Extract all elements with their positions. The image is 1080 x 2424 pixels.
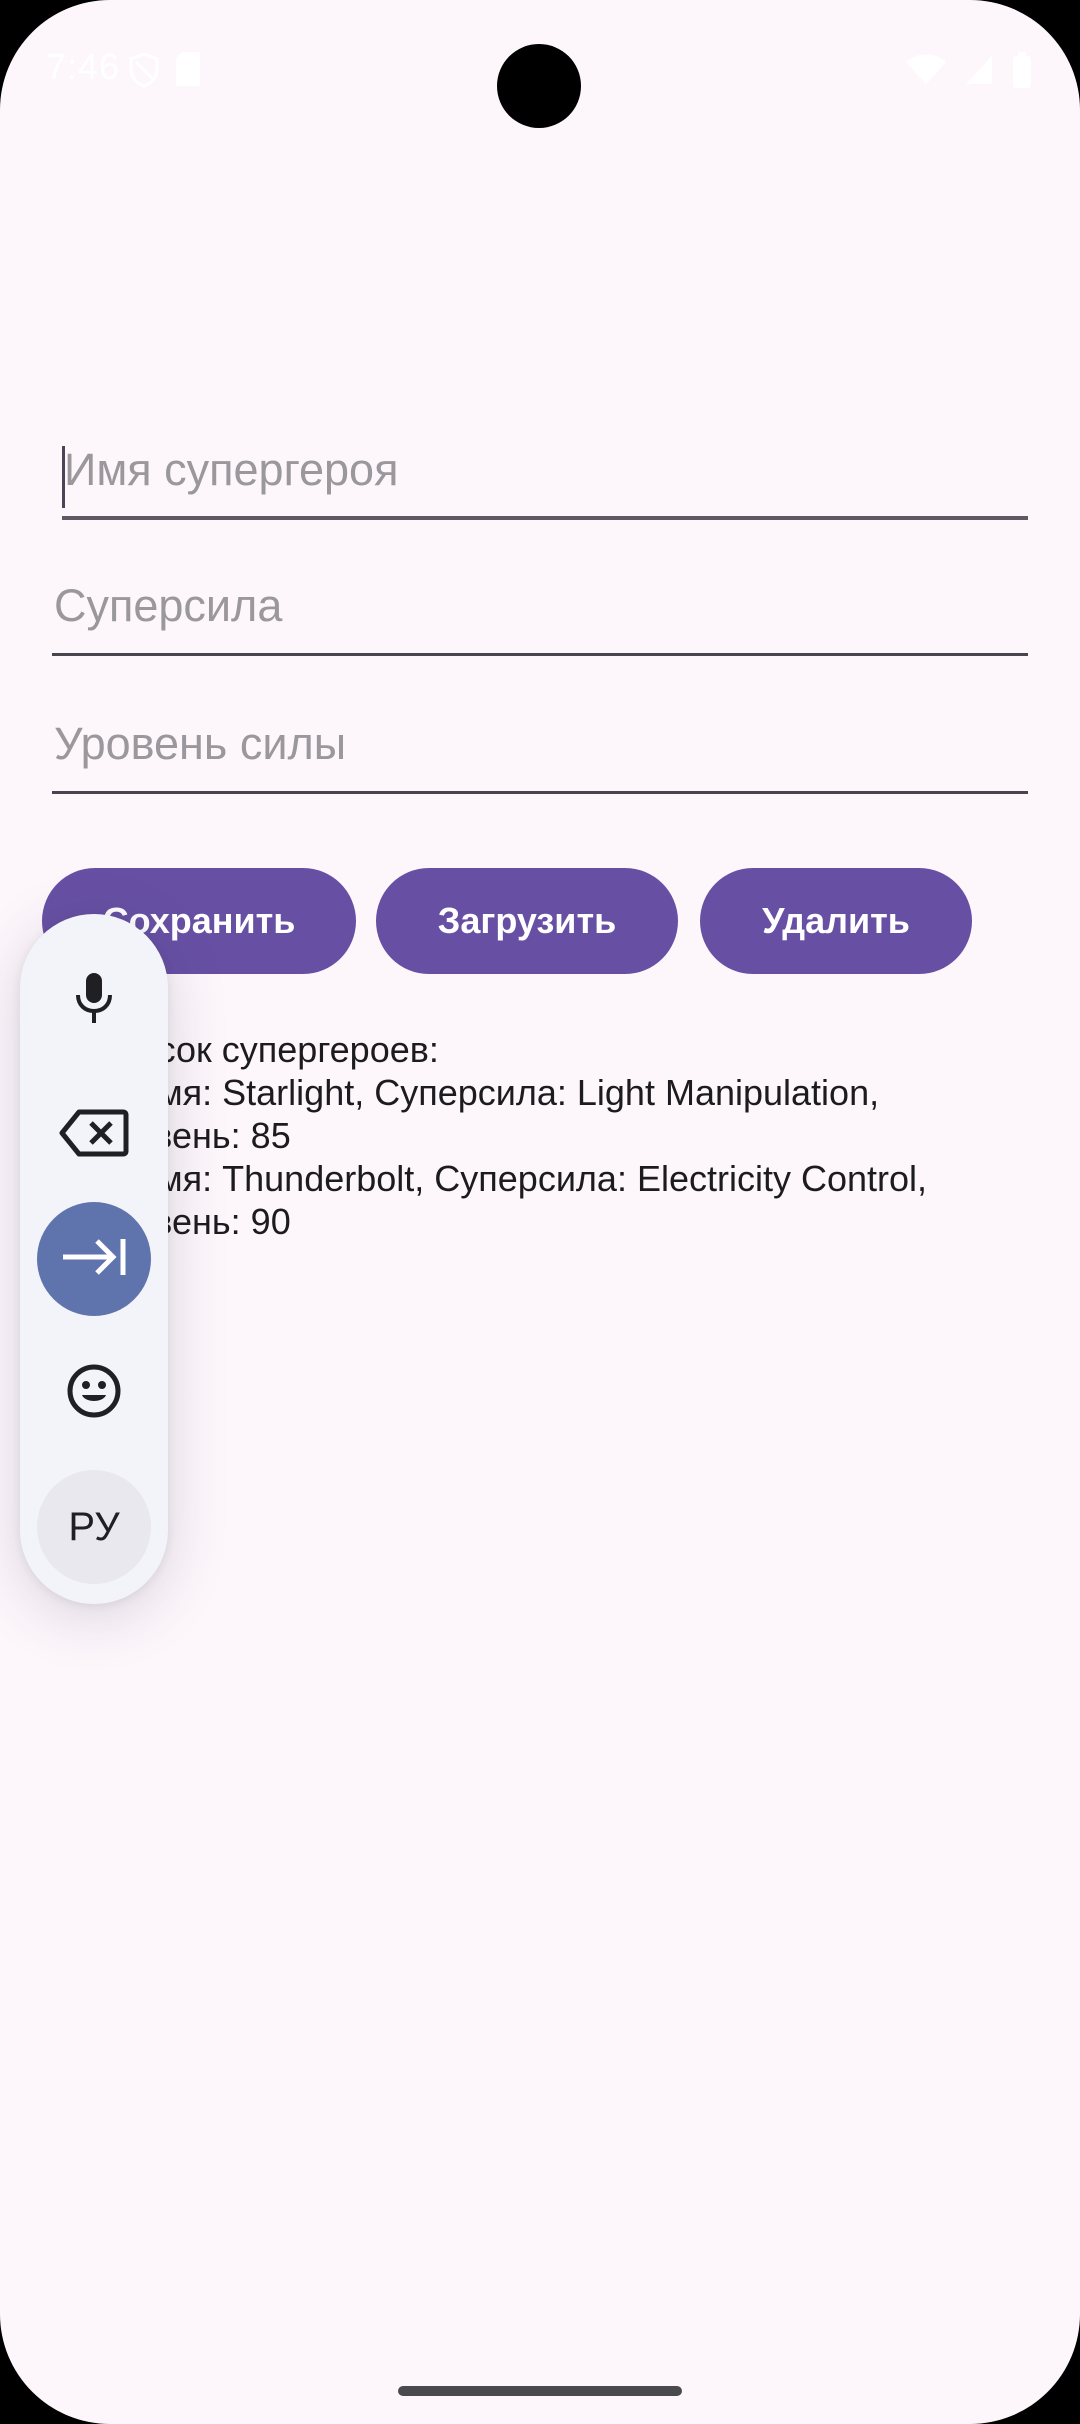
status-time: 7:46 (46, 46, 121, 87)
status-bar: 7:46 (0, 0, 1080, 140)
hero-name-input[interactable] (62, 420, 1028, 520)
load-button[interactable]: Загрузить (376, 868, 678, 974)
hero-name-underline (62, 516, 1028, 520)
floating-keyboard-toolbar: РУ (20, 914, 168, 1604)
hero-list-item: 2. Имя: Thunderbolt, Суперсила: Electric… (92, 1158, 928, 1199)
text-caret (62, 446, 65, 508)
superpower-input[interactable] (52, 556, 1028, 656)
sim-card-icon (174, 52, 202, 93)
superpower-field[interactable] (52, 556, 1028, 656)
power-level-field[interactable] (52, 694, 1028, 794)
home-indicator[interactable] (398, 2386, 682, 2396)
emoji-button[interactable] (37, 1336, 151, 1450)
backspace-button[interactable] (37, 1078, 151, 1192)
status-notification-icons (128, 52, 202, 93)
hero-name-field[interactable] (62, 420, 1028, 520)
wifi-icon (906, 54, 946, 91)
power-level-input[interactable] (52, 694, 1028, 794)
status-system-icons (906, 52, 1032, 93)
emoji-icon (66, 1363, 122, 1424)
backspace-icon (59, 1108, 129, 1163)
camera-cutout (497, 44, 581, 128)
power-level-underline (52, 791, 1028, 794)
hero-list-item-level: Уровень: 85 (92, 1115, 291, 1156)
superpower-underline (52, 653, 1028, 656)
cell-signal-icon (964, 54, 994, 91)
mic-icon (71, 971, 117, 1032)
app-screen: 7:46 Имя супергероя Суперсила Уровень си… (0, 0, 1080, 2424)
hero-list-item: 1. Имя: Starlight, Суперсила: Light Mani… (92, 1072, 880, 1113)
delete-button[interactable]: Удалить (700, 868, 972, 974)
language-switch-button[interactable]: РУ (37, 1470, 151, 1584)
battery-icon (1012, 52, 1032, 93)
vpn-shield-icon (128, 52, 160, 93)
voice-input-button[interactable] (37, 944, 151, 1058)
tab-next-icon (59, 1235, 129, 1284)
hero-list-title: Список супергероев: (92, 1029, 439, 1070)
hero-list: Список супергероев: 1. Имя: Starlight, С… (92, 1028, 1052, 1243)
next-field-button[interactable] (37, 1202, 151, 1316)
hero-list-item-level: Уровень: 90 (92, 1201, 291, 1242)
